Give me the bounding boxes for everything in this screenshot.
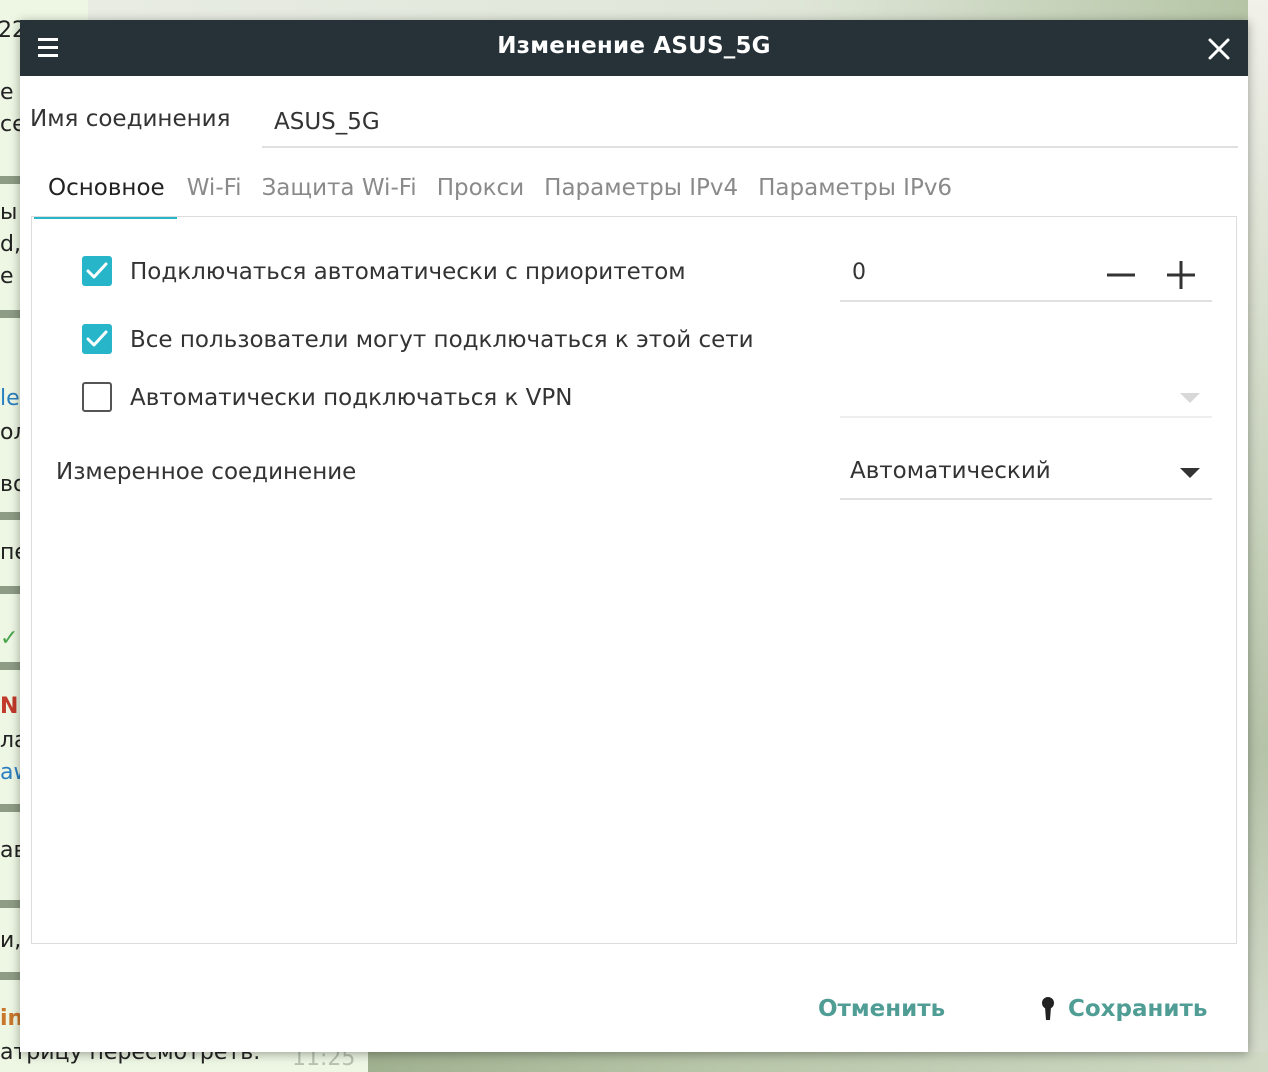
decrement-button[interactable]	[1104, 258, 1138, 292]
chat-fragment: е	[0, 80, 14, 105]
chat-fragment: ы	[0, 200, 18, 225]
connection-name-label: Имя соединения	[30, 106, 231, 132]
auto-connect-label: Подключаться автоматически с приоритетом	[130, 259, 686, 285]
lock-icon	[1042, 997, 1054, 1020]
metered-connection-value: Автоматический	[850, 458, 1051, 484]
priority-value[interactable]: 0	[852, 260, 866, 285]
chat-link-fragment: le	[0, 386, 20, 411]
check-icon: ✓	[0, 626, 19, 651]
close-icon[interactable]	[1206, 36, 1232, 62]
checkmark-icon	[86, 330, 108, 347]
vpn-select[interactable]	[840, 370, 1212, 418]
metered-connection-select[interactable]: Автоматический	[840, 446, 1212, 500]
cancel-button[interactable]: Отменить	[818, 996, 945, 1022]
chat-fragment: N	[0, 694, 19, 719]
edit-connection-dialog: Изменение ASUS_5G Имя соединения Основно…	[20, 20, 1248, 1052]
save-button-label: Сохранить	[1068, 996, 1208, 1022]
chevron-down-icon	[1180, 468, 1200, 478]
plus-icon	[1167, 261, 1195, 289]
metered-connection-label: Измеренное соединение	[56, 459, 357, 485]
auto-connect-checkbox[interactable]	[82, 256, 112, 286]
minus-icon	[1107, 273, 1135, 277]
desktop-wallpaper-bottom	[360, 1052, 1268, 1072]
increment-button[interactable]	[1164, 258, 1198, 292]
priority-spinbox[interactable]: 0	[840, 248, 1212, 302]
tab-ipv6[interactable]: Параметры IPv6	[748, 170, 962, 216]
chat-fragment: d,	[0, 232, 21, 257]
tab-ipv4[interactable]: Параметры IPv4	[534, 170, 748, 216]
connection-name-input[interactable]	[262, 98, 1238, 148]
checkmark-icon	[86, 262, 108, 279]
all-users-checkbox[interactable]	[82, 324, 112, 354]
auto-vpn-label: Автоматически подключаться к VPN	[130, 385, 573, 411]
auto-vpn-checkbox[interactable]	[82, 382, 112, 412]
all-users-label: Все пользователи могут подключаться к эт…	[130, 327, 754, 353]
tab-wifi-security[interactable]: Защита Wi-Fi	[252, 170, 427, 216]
tab-proxy[interactable]: Прокси	[427, 170, 534, 216]
desktop-wallpaper-right	[1248, 0, 1268, 1072]
tab-general[interactable]: Основное	[34, 170, 177, 219]
desktop-wallpaper-top	[88, 0, 1268, 20]
save-button[interactable]: Сохранить	[1040, 996, 1207, 1022]
tab-wifi[interactable]: Wi-Fi	[177, 170, 252, 216]
dialog-title: Изменение ASUS_5G	[497, 33, 771, 59]
general-tab-panel	[31, 216, 1237, 944]
chevron-down-icon	[1180, 393, 1200, 403]
tab-bar: Основное Wi-Fi Защита Wi-Fi Прокси Парам…	[34, 170, 962, 219]
dialog-titlebar: Изменение ASUS_5G	[20, 20, 1248, 76]
